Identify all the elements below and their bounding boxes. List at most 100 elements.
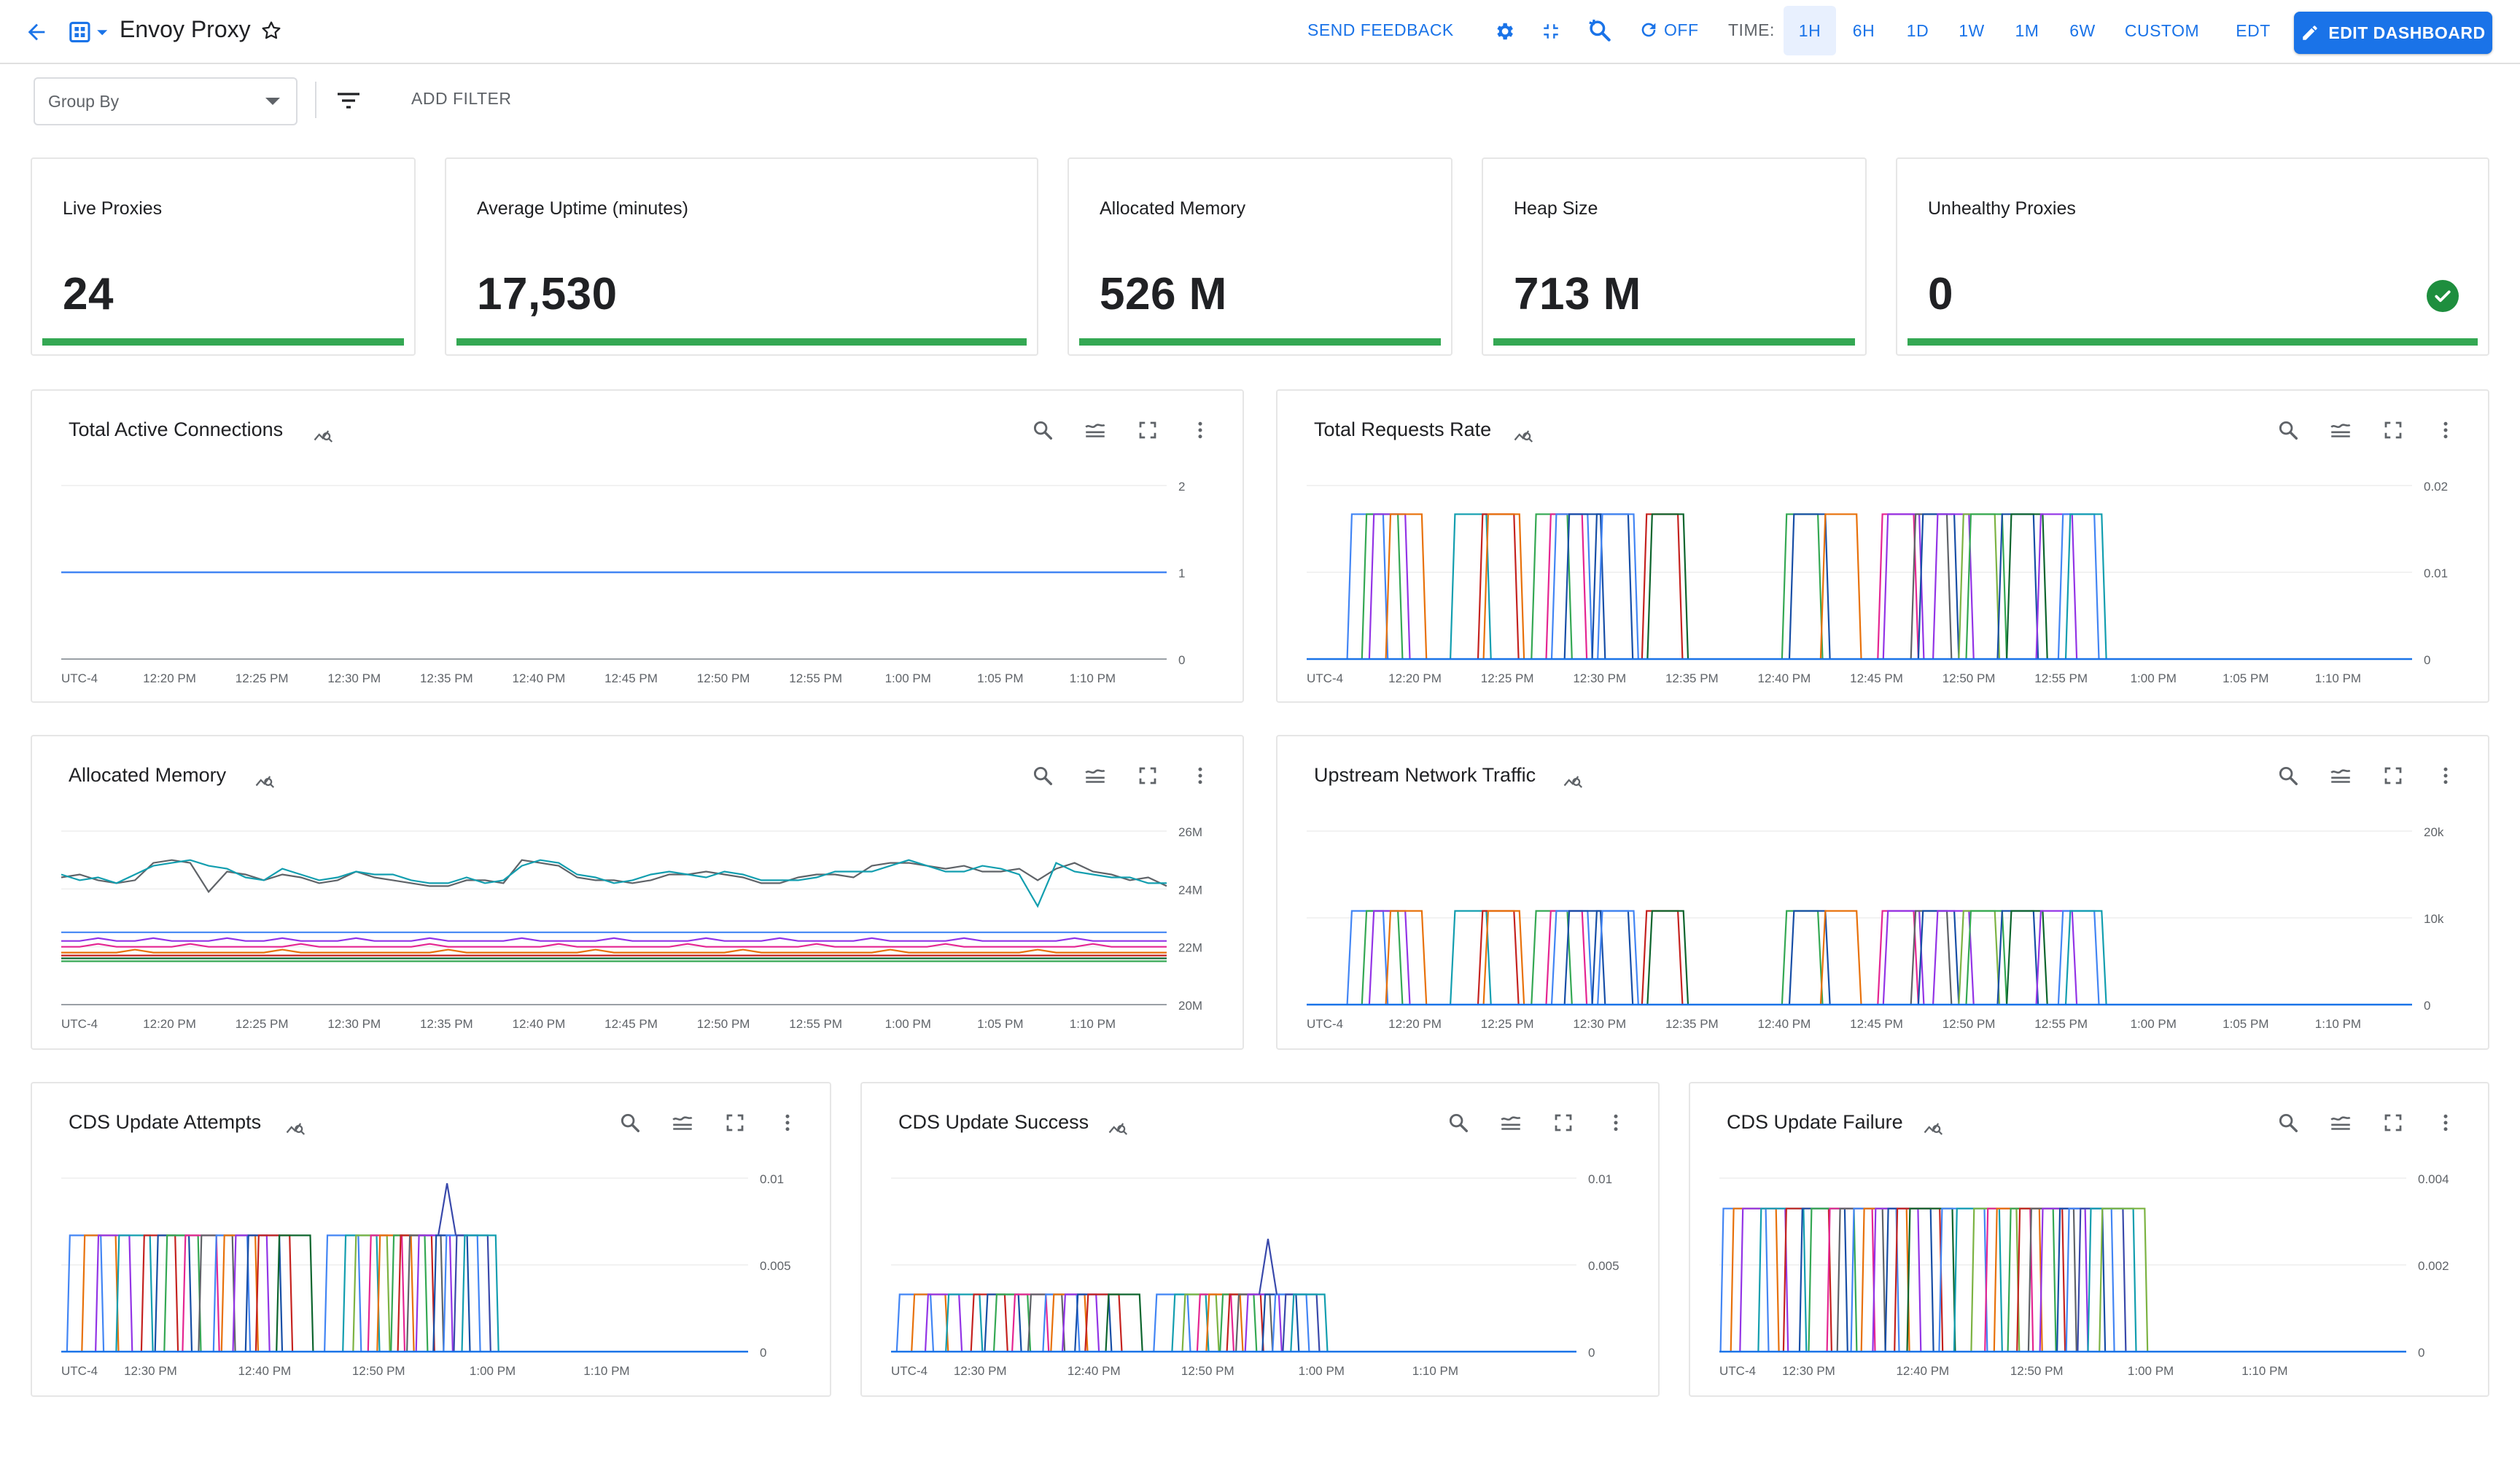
scorecard-allocated-memory[interactable]: Allocated Memory 526 M: [1068, 157, 1452, 356]
y-tick-label: 24M: [1178, 883, 1202, 897]
x-tick-label: 12:35 PM: [420, 671, 473, 685]
series-line: [1730, 1207, 1780, 1352]
x-tick-label: 12:40 PM: [1896, 1364, 1949, 1378]
timezone-selector[interactable]: EDT: [2227, 6, 2279, 55]
send-feedback-button[interactable]: SEND FEEDBACK: [1307, 20, 1454, 40]
series-line: [232, 1234, 271, 1352]
dashboard-page: Envoy Proxy SEND FEEDBACK OFF TIME: 1H 6…: [0, 0, 2520, 1461]
x-tick-label: 12:50 PM: [697, 1017, 750, 1031]
series-line: [1361, 910, 1404, 1005]
chart-plot-cds-update-attempts[interactable]: 0.01 0.005 0 UTC-4 12:30 PM 12:40 PM 12:50 PM 1…: [32, 1083, 830, 1395]
x-tick-label: 12:30 PM: [327, 671, 381, 685]
chart-plot-total-active-connections[interactable]: 2 1 0 UTC-4 12:20 PM 12:25 PM 12:30 PM 12:35 PM…: [32, 391, 1242, 701]
x-tick-label: 12:30 PM: [1573, 671, 1626, 685]
series-line: [1782, 1207, 1832, 1352]
scorecard-live-proxies[interactable]: Live Proxies 24: [31, 157, 416, 356]
x-tick-label: 1:05 PM: [2222, 1017, 2268, 1031]
scorecard-status-bar: [1079, 338, 1441, 346]
y-tick-label: 1: [1178, 566, 1185, 580]
edit-dashboard-label: EDIT DASHBOARD: [2328, 23, 2486, 42]
group-by-select[interactable]: Group By: [34, 77, 298, 125]
y-tick-label: 20k: [2424, 825, 2444, 839]
filter-list-icon[interactable]: [332, 86, 365, 115]
series-spike: [1258, 1239, 1278, 1295]
page-title: Envoy Proxy: [120, 16, 251, 42]
x-tick-label: 12:55 PM: [789, 1017, 842, 1031]
y-tick-label: 0: [1178, 653, 1185, 667]
scorecard-label: Live Proxies: [63, 198, 163, 219]
chart-plot-cds-update-success[interactable]: 0.01 0.005 0 UTC-4 12:30 PM 12:40 PM 12:50 PM 1…: [862, 1083, 1658, 1395]
x-tick-label: 12:20 PM: [143, 671, 196, 685]
time-option-6w[interactable]: 6W: [2056, 6, 2109, 55]
scorecard-label: Unhealthy Proxies: [1928, 198, 2076, 219]
scorecard-average-uptime[interactable]: Average Uptime (minutes) 17,530: [445, 157, 1038, 356]
x-tick-label: 12:50 PM: [1942, 671, 1996, 685]
series-line: [2035, 910, 2078, 1005]
x-tick-label: 12:20 PM: [143, 1017, 196, 1031]
chart-plot-upstream-network-traffic[interactable]: 20k 10k 0 UTC-4 12:20 PM 12:25 PM 12:30 PM 12:3…: [1278, 736, 2488, 1048]
time-option-1m[interactable]: 1M: [2001, 6, 2053, 55]
check-circle-icon: [2427, 280, 2459, 312]
chart-panel-allocated-memory: Allocated Memory 26M 24M 22M 20M UTC-4 12:20 …: [31, 735, 1244, 1050]
series-line: [911, 1293, 949, 1352]
series-line: [2006, 513, 2048, 660]
series-line: [2035, 513, 2078, 660]
x-tick-label: 12:40 PM: [238, 1364, 291, 1378]
edit-dashboard-button[interactable]: EDIT DASHBOARD: [2294, 12, 2492, 54]
x-tick-label: 12:25 PM: [236, 671, 289, 685]
x-tick-label: 1:05 PM: [977, 671, 1023, 685]
x-tick-label: 12:40 PM: [1758, 1017, 1811, 1031]
series-line: [1084, 1293, 1123, 1352]
x-tick-label: 1:00 PM: [470, 1364, 516, 1378]
star-icon[interactable]: [257, 16, 286, 45]
y-tick-label: 0.02: [2424, 480, 2448, 494]
series-line: [1361, 513, 1404, 660]
chart-panel-cds-update-success: CDS Update Success 0.01 0.005 0 UTC-4 12:30 …: [860, 1082, 1660, 1397]
chart-plot-total-requests-rate[interactable]: 0.02 0.01 0 UTC-4 12:20 PM 12:25 PM 12:30 PM 12…: [1278, 391, 2488, 701]
time-option-6h[interactable]: 6H: [1838, 6, 1890, 55]
chart-plot-allocated-memory[interactable]: 26M 24M 22M 20M UTC-4 12:20 PM 12:25 PM 12:30 P…: [32, 736, 1242, 1048]
add-filter-button[interactable]: ADD FILTER: [411, 89, 511, 109]
x-tick-label: 12:25 PM: [1481, 1017, 1534, 1031]
scorecard-heap-size[interactable]: Heap Size 713 M: [1482, 157, 1867, 356]
dashboard-picker-button[interactable]: [67, 17, 111, 47]
x-tick-label: 1:00 PM: [2131, 1017, 2177, 1031]
x-tick-label: 12:50 PM: [697, 671, 750, 685]
x-tick-label: 12:35 PM: [420, 1017, 473, 1031]
series-line: [1282, 1293, 1321, 1352]
time-option-1w[interactable]: 1W: [1945, 6, 1998, 55]
chart-plot-cds-update-failure[interactable]: 0.004 0.002 0 UTC-4 12:30 PM 12:40 PM 12:50 PM…: [1690, 1083, 2488, 1395]
scorecard-value: 526 M: [1100, 269, 1227, 319]
x-tick-label: 12:50 PM: [352, 1364, 405, 1378]
x-tick-label: 12:30 PM: [124, 1364, 177, 1378]
series-line: [2057, 513, 2100, 660]
chart-panel-total-active-connections: Total Active Connections 2 1 0 UTC-4 12:20 P…: [31, 389, 1244, 703]
series-line: [61, 937, 1167, 942]
series-line: [1781, 910, 1824, 1005]
time-option-1d[interactable]: 1D: [1891, 6, 1944, 55]
zoom-reset-icon[interactable]: [1584, 15, 1616, 47]
scorecard-status-bar: [42, 338, 404, 346]
auto-refresh-icon[interactable]: [1636, 17, 1661, 42]
x-tick-label: 12:20 PM: [1388, 1017, 1442, 1031]
time-option-custom[interactable]: CUSTOM: [2115, 6, 2209, 55]
series-spike: [438, 1183, 457, 1236]
x-tick-label: 1:10 PM: [1070, 1017, 1116, 1031]
compact-view-icon[interactable]: [1537, 17, 1565, 45]
series-line: [1917, 513, 1960, 660]
scorecard-value: 0: [1928, 269, 1953, 319]
scorecard-unhealthy-proxies[interactable]: Unhealthy Proxies 0: [1896, 157, 2489, 356]
series-line: [1346, 910, 1389, 1005]
x-tick-label: 12:55 PM: [789, 671, 842, 685]
y-tick-label: 0: [2418, 1346, 2424, 1360]
x-tick-label: 12:40 PM: [513, 671, 566, 685]
y-tick-label: 0.004: [2418, 1172, 2449, 1186]
back-arrow-icon[interactable]: [22, 17, 51, 47]
series-line: [1346, 513, 1389, 660]
y-tick-label: 22M: [1178, 941, 1202, 955]
auto-refresh-toggle[interactable]: OFF: [1664, 20, 1699, 40]
settings-gear-icon[interactable]: [1490, 17, 1518, 45]
top-bar: Envoy Proxy SEND FEEDBACK OFF TIME: 1H 6…: [0, 0, 2520, 64]
time-option-1h[interactable]: 1H: [1784, 6, 1836, 55]
series-line: [220, 1234, 260, 1352]
